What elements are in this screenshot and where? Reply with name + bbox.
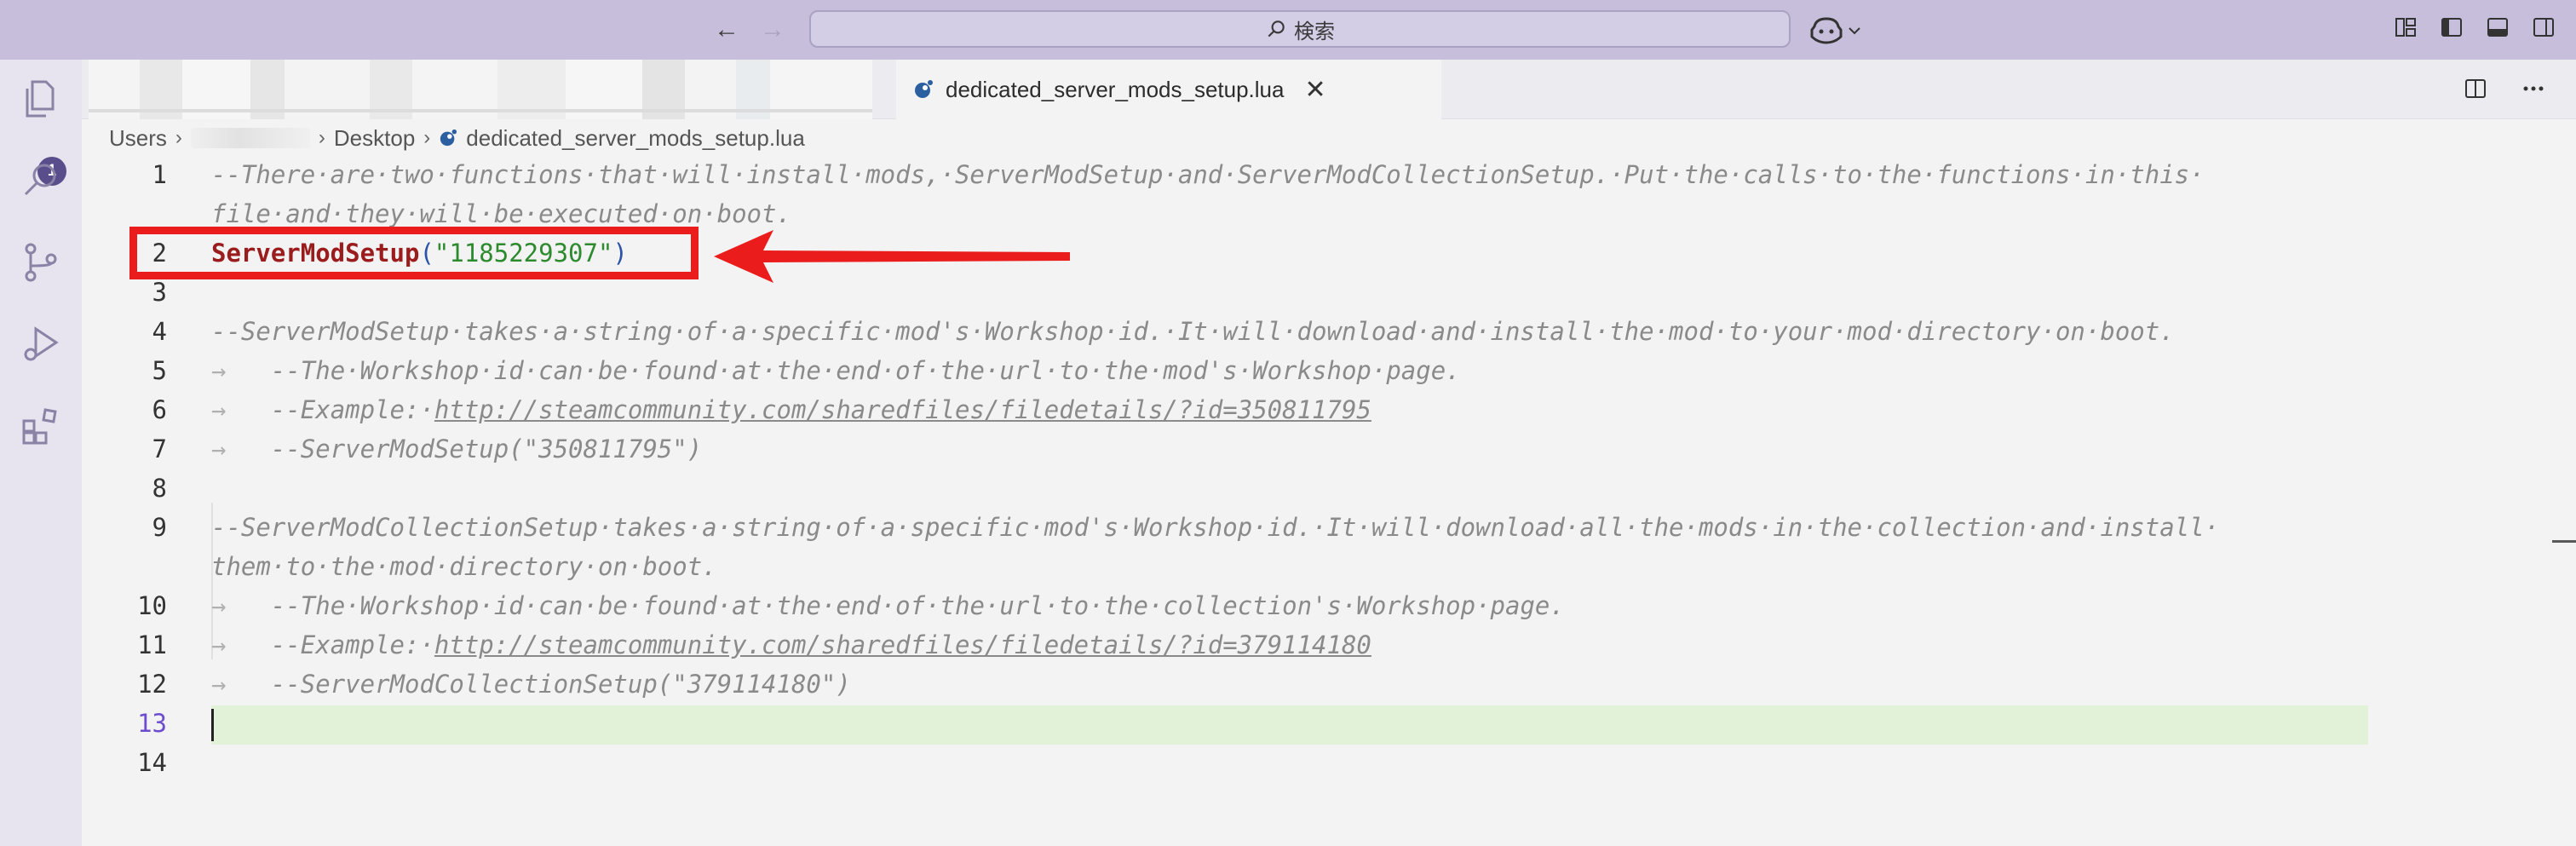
code-line-11: 11 → --Example:·http://steamcommunity.co… [82, 625, 2467, 665]
comment-text: --Example:· [270, 395, 434, 424]
comment: → --The·Workshop·id·can·be·found·at·the·… [211, 586, 1565, 625]
explorer-icon[interactable] [17, 75, 65, 123]
line-number: 14 [137, 748, 167, 777]
layout-controls [2394, 15, 2556, 39]
comment: → --The·Workshop·id·can·be·found·at·the·… [211, 351, 1461, 390]
title-bar: ← → 検索 [0, 0, 2576, 60]
breadcrumb-redacted [190, 128, 310, 148]
line-number: 4 [152, 317, 167, 346]
toggle-secondary-sidebar-icon[interactable] [2532, 15, 2556, 39]
lua-file-icon [440, 129, 457, 147]
breadcrumb-desktop[interactable]: Desktop [334, 125, 415, 152]
code-line-1: 1 --There·are·two·functions·that·will·in… [82, 155, 2467, 194]
line-number: 10 [137, 591, 167, 620]
comment: → --ServerModSetup("350811795") [211, 429, 702, 469]
comment: --There·are·two·functions·that·will·inst… [211, 160, 2205, 189]
arrow-left-icon[interactable]: ← [707, 10, 746, 49]
run-debug-icon[interactable] [17, 320, 65, 368]
chevron-right-icon: › [175, 126, 182, 149]
tab-marker: → [211, 670, 227, 699]
close-icon[interactable]: ✕ [1304, 75, 1325, 105]
annotation-highlight-box [129, 227, 699, 279]
more-actions-icon[interactable] [2521, 77, 2545, 101]
code-line-14: 14 [82, 743, 2467, 782]
code-line-7: 7 → --ServerModSetup("350811795") [82, 429, 2467, 469]
tab-marker: → [211, 630, 227, 659]
scrollbar-marker[interactable] [2552, 540, 2576, 543]
breadcrumb-users[interactable]: Users [109, 125, 167, 152]
line-number: 6 [152, 395, 167, 424]
tab-dedicated-server-mods-setup[interactable]: dedicated_server_mods_setup.lua ✕ [896, 60, 1441, 119]
toggle-primary-sidebar-icon[interactable] [2440, 15, 2464, 39]
lua-file-icon [915, 80, 933, 98]
chevron-right-icon: › [318, 126, 325, 149]
url-link[interactable]: http://steamcommunity.com/sharedfiles/fi… [434, 630, 1371, 659]
tab-marker: → [211, 591, 227, 620]
code-line-5: 5 → --The·Workshop·id·can·be·found·at·th… [82, 351, 2467, 390]
tab-label: dedicated_server_mods_setup.lua [946, 76, 1285, 102]
code-line-4: 4 --ServerModSetup·takes·a·string·of·a·s… [82, 312, 2467, 351]
annotation-arrow-icon [714, 230, 1070, 283]
comment: → --Example:·http://steamcommunity.com/s… [211, 390, 1371, 429]
comment-text: --The·Workshop·id·can·be·found·at·the·en… [270, 356, 1461, 385]
command-center-search[interactable]: 検索 [809, 10, 1791, 48]
search-label: 検索 [1294, 20, 1335, 43]
comment: → --ServerModCollectionSetup("379114180"… [211, 665, 851, 704]
line-number: 12 [137, 670, 167, 699]
comment-text: --Example:· [270, 630, 434, 659]
chevron-right-icon: › [423, 126, 431, 149]
line-number-current: 13 [137, 709, 167, 738]
code-line-10: 10 → --The·Workshop·id·can·be·found·at·t… [82, 586, 2467, 625]
comment: --ServerModSetup·takes·a·string·of·a·spe… [211, 317, 2175, 346]
editor-actions [2464, 77, 2545, 101]
blurred-tabs [89, 60, 872, 119]
chevron-down-icon [1849, 27, 1860, 35]
line-number: 1 [152, 160, 167, 189]
tab-strip: dedicated_server_mods_setup.lua ✕ [82, 60, 2576, 119]
toggle-panel-icon[interactable] [2486, 15, 2510, 39]
activity-bar: 1 [0, 60, 82, 846]
line-number: 7 [152, 435, 167, 463]
extensions-icon[interactable] [17, 402, 65, 450]
code-line-13: 13 [82, 704, 2467, 743]
code-line-6: 6 → --Example:·http://steamcommunity.com… [82, 390, 2467, 429]
breadcrumb-file[interactable]: dedicated_server_mods_setup.lua [466, 125, 804, 152]
copilot-button[interactable] [1809, 14, 1862, 48]
code-line-9: 9 --ServerModCollectionSetup·takes·a·str… [82, 508, 2467, 547]
code-line-12: 12 → --ServerModCollectionSetup("3791141… [82, 665, 2467, 704]
comment-text: --The·Workshop·id·can·be·found·at·the·en… [270, 591, 1565, 620]
comment: → --Example:·http://steamcommunity.com/s… [211, 625, 1371, 665]
tab-marker: → [211, 395, 227, 424]
breadcrumb: Users › › Desktop › dedicated_server_mod… [109, 123, 805, 153]
line-number: 9 [152, 513, 167, 542]
line-number: 8 [152, 474, 167, 503]
arrow-right-icon[interactable]: → [753, 10, 792, 49]
url-link[interactable]: http://steamcommunity.com/sharedfiles/fi… [434, 395, 1371, 424]
source-control-icon[interactable] [17, 239, 65, 286]
comment-text: --ServerModSetup("350811795") [270, 435, 703, 463]
search-view-icon[interactable] [17, 157, 65, 204]
copilot-icon [1810, 17, 1843, 44]
comment: them·to·the·mod·directory·on·boot. [211, 552, 717, 581]
code-line-9-wrap: them·to·the·mod·directory·on·boot. [82, 547, 2467, 586]
search-icon [1268, 20, 1285, 37]
tab-marker: → [211, 356, 227, 385]
line-number: 11 [137, 630, 167, 659]
split-editor-icon[interactable] [2464, 77, 2487, 101]
code-line-8: 8 [82, 469, 2467, 508]
comment-text: --ServerModCollectionSetup("379114180") [270, 670, 851, 699]
customize-layout-icon[interactable] [2394, 15, 2418, 39]
tab-marker: → [211, 435, 227, 463]
comment: --ServerModCollectionSetup·takes·a·strin… [211, 513, 2220, 542]
line-number: 5 [152, 356, 167, 385]
